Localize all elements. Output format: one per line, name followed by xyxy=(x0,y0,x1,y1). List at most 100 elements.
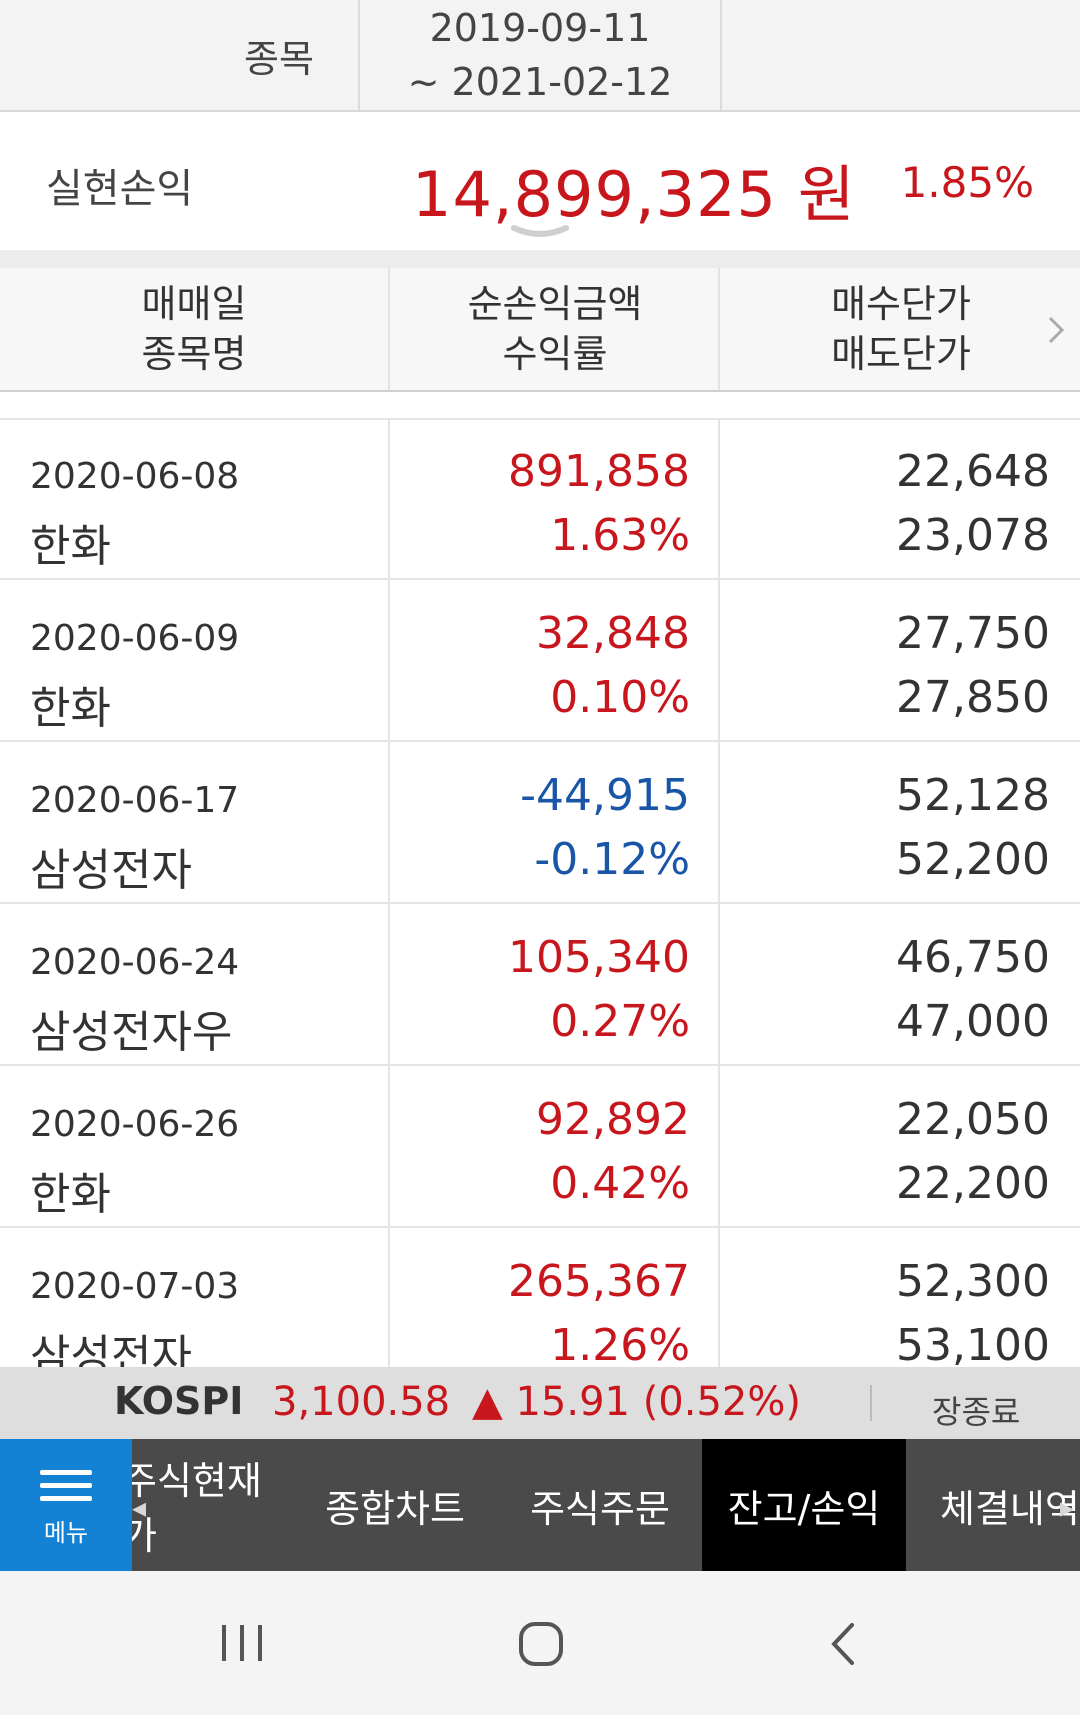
trade-list[interactable]: 2020-06-08 한화 891,858 1.63% 22,648 23,07… xyxy=(0,390,1080,1367)
return-rate: 1.26% xyxy=(550,1320,690,1367)
tab-balance-pnl[interactable]: 잔고/손익 xyxy=(702,1439,906,1571)
cell-prices: 27,750 27,850 xyxy=(718,580,1080,740)
stock-name: 삼성전자 xyxy=(30,1331,192,1367)
table-row[interactable]: 2020-07-03 삼성전자 265,367 1.26% 52,300 53,… xyxy=(0,1228,1080,1367)
stock-name: 한화 xyxy=(30,521,111,572)
hamburger-icon xyxy=(40,1462,92,1509)
chevron-right-icon[interactable] xyxy=(1044,310,1070,350)
menu-button[interactable]: 메뉴 xyxy=(0,1439,132,1571)
table-row[interactable]: 2020-06-08 한화 891,858 1.63% 22,648 23,07… xyxy=(0,418,1080,580)
cell-prices: 22,648 23,078 xyxy=(718,418,1080,578)
return-rate: 0.27% xyxy=(550,996,690,1047)
date-range-start: 2019-09-11 xyxy=(429,6,651,50)
market-status: 장종료 xyxy=(932,1393,1021,1431)
tab-stock-price[interactable]: 주식현재가 xyxy=(132,1439,292,1571)
cell-prices: 52,300 53,100 xyxy=(718,1228,1080,1367)
cell-prices: 22,050 22,200 xyxy=(718,1066,1080,1226)
header-trade-date: 매매일 xyxy=(141,282,247,326)
trade-date: 2020-06-08 xyxy=(30,456,240,497)
tab-chart[interactable]: 종합차트 xyxy=(310,1439,480,1571)
realized-pnl-amount: 14,899,325 원 xyxy=(412,158,856,231)
table-row[interactable]: 2020-06-17 삼성전자 -44,915 -0.12% 52,128 52… xyxy=(0,742,1080,904)
bottom-tab-bar: 메뉴 ◂ 주식현재가 종합차트 주식주문 잔고/손익 체결내역 ▸ xyxy=(0,1439,1080,1571)
index-change: ▲ 15.91 (0.52%) xyxy=(472,1379,801,1425)
tab-label: 체결내역 xyxy=(940,1486,1080,1531)
net-profit: -44,915 xyxy=(520,770,690,821)
trade-date: 2020-06-24 xyxy=(30,942,240,983)
return-rate: 1.63% xyxy=(550,510,690,561)
cell-profit: 105,340 0.27% xyxy=(388,904,718,1064)
cell-date-stock: 2020-06-09 한화 xyxy=(0,580,388,740)
cell-date-stock: 2020-06-17 삼성전자 xyxy=(0,742,388,902)
index-value: 3,100.58 xyxy=(272,1379,451,1425)
trade-date: 2020-06-09 xyxy=(30,618,240,659)
header-net-profit: 순손익금액 xyxy=(467,282,643,326)
back-icon[interactable] xyxy=(828,1621,858,1667)
net-profit: 92,892 xyxy=(536,1094,690,1145)
recent-apps-icon[interactable] xyxy=(218,1623,266,1663)
section-divider xyxy=(0,250,1080,268)
net-profit: 265,367 xyxy=(508,1256,690,1307)
header-stock-name: 종목명 xyxy=(141,332,247,376)
expand-chevron-icon[interactable] xyxy=(510,224,570,242)
table-header: 매매일 종목명 순손익금액 수익률 매수단가 매도단가 xyxy=(0,268,1080,392)
table-row[interactable]: 2020-06-24 삼성전자우 105,340 0.27% 46,750 47… xyxy=(0,904,1080,1066)
cell-date-stock: 2020-06-24 삼성전자우 xyxy=(0,904,388,1064)
cell-profit: 32,848 0.10% xyxy=(388,580,718,740)
cell-profit: 265,367 1.26% xyxy=(388,1228,718,1367)
trade-date: 2020-06-17 xyxy=(30,780,240,821)
header-profit-rate[interactable]: 순손익금액 수익률 xyxy=(388,268,720,390)
tab-executions[interactable]: 체결내역 xyxy=(928,1439,1080,1571)
tab-label: 주식주문 xyxy=(530,1486,670,1531)
net-profit: 105,340 xyxy=(508,932,690,983)
cell-prices: 46,750 47,000 xyxy=(718,904,1080,1064)
realized-pnl-summary: 실현손익 14,899,325 원 1.85% xyxy=(0,112,1080,250)
header-sell-price: 매도단가 xyxy=(831,332,971,376)
cell-profit: 891,858 1.63% xyxy=(388,418,718,578)
buy-price: 52,300 xyxy=(896,1256,1050,1307)
return-rate: -0.12% xyxy=(534,834,690,885)
home-icon[interactable] xyxy=(518,1621,564,1667)
date-range-end: ~ 2021-02-12 xyxy=(407,60,673,104)
index-name: KOSPI xyxy=(114,1379,244,1423)
header-prices[interactable]: 매수단가 매도단가 xyxy=(718,268,1080,390)
scroll-right-icon[interactable]: ▸ xyxy=(1060,1491,1074,1524)
trade-date: 2020-06-26 xyxy=(30,1104,240,1145)
sell-price: 23,078 xyxy=(896,510,1050,561)
cell-prices: 52,128 52,200 xyxy=(718,742,1080,902)
tab-label: 주식현재가 xyxy=(132,1459,262,1558)
tab-label: 잔고/손익 xyxy=(727,1486,881,1531)
header-return-rate: 수익률 xyxy=(502,332,608,376)
buy-price: 22,648 xyxy=(896,446,1050,497)
sell-price: 27,850 xyxy=(896,672,1050,723)
tab-order[interactable]: 주식주문 xyxy=(510,1439,690,1571)
tab-label: 종합차트 xyxy=(325,1486,465,1531)
sell-price: 22,200 xyxy=(896,1158,1050,1209)
stock-name: 한화 xyxy=(30,1169,111,1220)
stock-name: 삼성전자우 xyxy=(30,1007,233,1058)
table-row[interactable] xyxy=(0,390,1080,420)
buy-price: 46,750 xyxy=(896,932,1050,983)
sell-price: 52,200 xyxy=(896,834,1050,885)
table-row[interactable]: 2020-06-26 한화 92,892 0.42% 22,050 22,200 xyxy=(0,1066,1080,1228)
stock-filter-label[interactable]: 종목 xyxy=(0,0,358,110)
net-profit: 891,858 xyxy=(508,446,690,497)
sell-price: 47,000 xyxy=(896,996,1050,1047)
trade-date: 2020-07-03 xyxy=(30,1266,240,1307)
sell-price: 53,100 xyxy=(896,1320,1050,1367)
menu-label: 메뉴 xyxy=(43,1519,89,1547)
date-range-selector[interactable]: 2019-09-11 ~ 2021-02-12 xyxy=(358,0,722,110)
cell-profit: -44,915 -0.12% xyxy=(388,742,718,902)
index-ticker[interactable]: KOSPI 3,100.58 ▲ 15.91 (0.52%) 장종료 xyxy=(0,1367,1080,1439)
realized-pnl-label: 실현손익 xyxy=(46,166,194,212)
cell-date-stock: 2020-06-08 한화 xyxy=(0,418,388,578)
return-rate: 0.42% xyxy=(550,1158,690,1209)
ticker-divider xyxy=(870,1385,872,1421)
filter-bar: 종목 2019-09-11 ~ 2021-02-12 xyxy=(0,0,1080,112)
net-profit: 32,848 xyxy=(536,608,690,659)
buy-price: 27,750 xyxy=(896,608,1050,659)
header-date-stock[interactable]: 매매일 종목명 xyxy=(0,268,388,390)
cell-profit: 92,892 0.42% xyxy=(388,1066,718,1226)
table-row[interactable]: 2020-06-09 한화 32,848 0.10% 27,750 27,850 xyxy=(0,580,1080,742)
stock-name: 한화 xyxy=(30,683,111,734)
